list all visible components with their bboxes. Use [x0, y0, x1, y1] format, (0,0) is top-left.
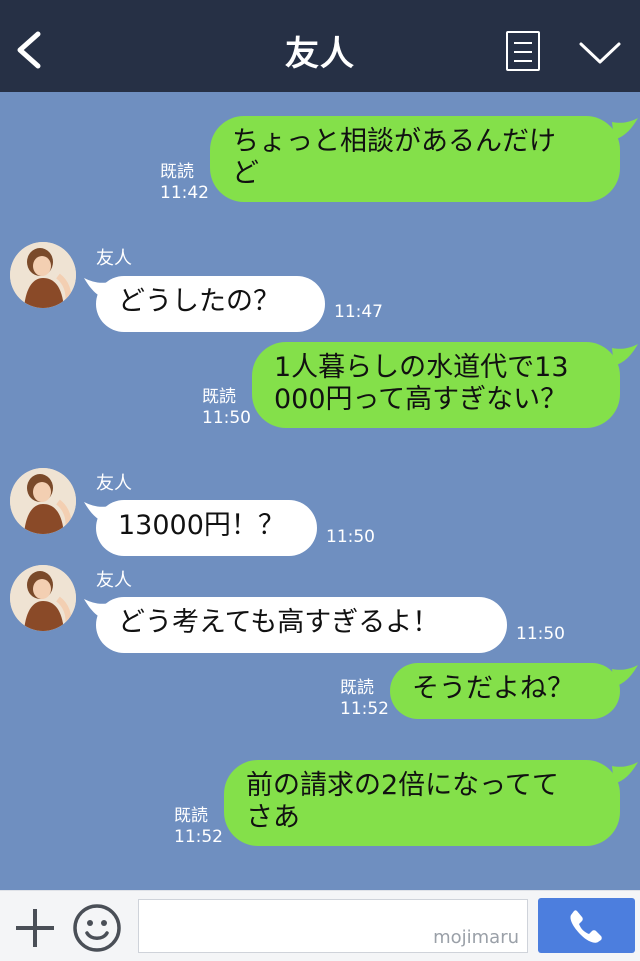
bubble-tail: [612, 762, 638, 784]
avatar[interactable]: [10, 242, 76, 308]
bubble-tail: [612, 344, 638, 366]
bubble-tail: [612, 665, 638, 687]
message-bubble-outgoing[interactable]: ちょっと相談があるんだけ ど: [210, 116, 620, 202]
sender-name: 友人: [96, 570, 132, 591]
message-line: 13000円！？: [118, 510, 285, 541]
read-receipt: 既読: [202, 387, 236, 407]
sender-name: 友人: [96, 248, 132, 269]
call-button[interactable]: [538, 898, 635, 953]
message-line: どうしたの？: [118, 286, 280, 317]
chat-title: 友人: [285, 34, 355, 74]
plus-icon[interactable]: [14, 907, 56, 949]
read-receipt: 既読: [340, 678, 374, 698]
message-line: 1人暮らしの水道代で13: [274, 352, 569, 383]
message-bubble-outgoing[interactable]: 1人暮らしの水道代で13 000円って高すぎない？: [252, 342, 620, 428]
message-time: 11:50: [326, 527, 375, 547]
message-meta: 既読 11:52: [174, 806, 223, 848]
sender-name: 友人: [96, 473, 132, 494]
message-time: 11:50: [202, 408, 251, 428]
avatar[interactable]: [10, 565, 76, 631]
message-bubble-outgoing[interactable]: そうだよね？: [390, 663, 620, 719]
message-time: 11:47: [334, 302, 383, 322]
message-line: さあ: [246, 802, 300, 833]
chevron-down-icon[interactable]: [578, 40, 622, 66]
message-bubble-incoming[interactable]: どうしたの？: [96, 276, 325, 332]
message-time: 11:50: [516, 624, 565, 644]
phone-icon: [570, 910, 602, 943]
message-bubble-incoming[interactable]: どう考えても高すぎるよ！: [96, 597, 507, 653]
message-line: ちょっと相談があるんだけ: [232, 126, 556, 157]
message-line: そうだよね？: [412, 673, 574, 704]
message-time: 11:52: [340, 699, 389, 719]
chat-header: 友人: [0, 0, 640, 92]
message-line: ど: [232, 158, 259, 189]
message-line: 前の請求の2倍になってて: [246, 770, 559, 801]
message-time: 11:42: [160, 183, 209, 203]
message-line: どう考えても高すぎるよ！: [118, 607, 440, 638]
message-time: 11:52: [174, 827, 223, 847]
bubble-tail: [612, 118, 638, 140]
message-line: 000円って高すぎない？: [274, 384, 568, 415]
avatar[interactable]: [10, 468, 76, 534]
read-receipt: 既読: [174, 806, 208, 826]
message-meta: 既読 11:50: [202, 387, 251, 429]
input-bar: mojimaru: [0, 890, 640, 961]
message-input[interactable]: mojimaru: [138, 899, 528, 953]
message-bubble-outgoing[interactable]: 前の請求の2倍になってて さあ: [224, 760, 620, 846]
message-bubble-incoming[interactable]: 13000円！？: [96, 500, 317, 556]
message-meta: 既読 11:52: [340, 678, 389, 720]
menu-icon[interactable]: [506, 31, 540, 71]
watermark: mojimaru: [433, 927, 519, 948]
message-meta: 既読 11:42: [160, 162, 209, 204]
smile-icon[interactable]: [72, 903, 122, 953]
read-receipt: 既読: [160, 162, 194, 182]
chat-area[interactable]: 既読 11:42 ちょっと相談があるんだけ ど 友人 どうしたの？ 11:47 …: [0, 92, 640, 890]
